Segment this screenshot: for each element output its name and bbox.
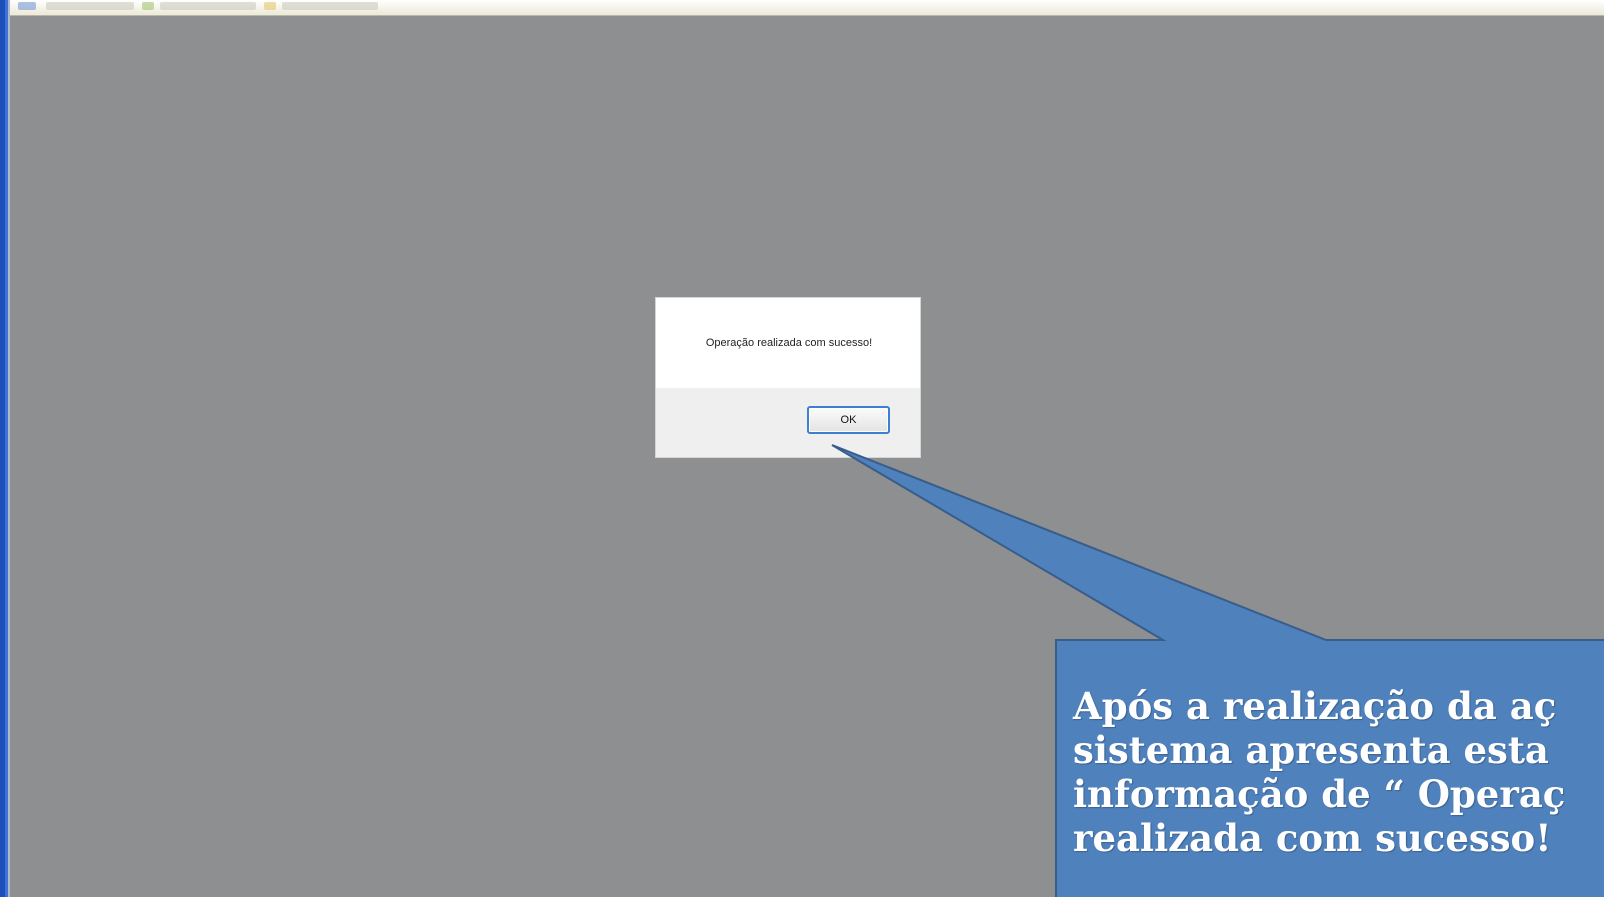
callout-text: Após a realização da aç sistema apresent… bbox=[1073, 684, 1566, 860]
window-left-border bbox=[0, 0, 10, 897]
toolbar-item[interactable] bbox=[160, 2, 256, 10]
toolbar-app-icon[interactable] bbox=[142, 2, 154, 10]
dialog-footer: OK bbox=[656, 388, 920, 457]
browser-toolbar bbox=[10, 0, 1604, 16]
toolbar-item[interactable] bbox=[282, 2, 378, 10]
toolbar-folder-icon[interactable] bbox=[264, 2, 276, 10]
dialog-message: Operação realizada com sucesso! bbox=[705, 337, 873, 349]
callout-box: Após a realização da aç sistema apresent… bbox=[1056, 640, 1604, 897]
toolbar-item[interactable] bbox=[46, 2, 134, 10]
success-dialog: Operação realizada com sucesso! OK bbox=[655, 297, 921, 458]
screenshot: Operação realizada com sucesso! OK Após … bbox=[0, 0, 1604, 897]
ok-button[interactable]: OK bbox=[807, 406, 890, 434]
toolbar-start-icon[interactable] bbox=[18, 2, 36, 10]
